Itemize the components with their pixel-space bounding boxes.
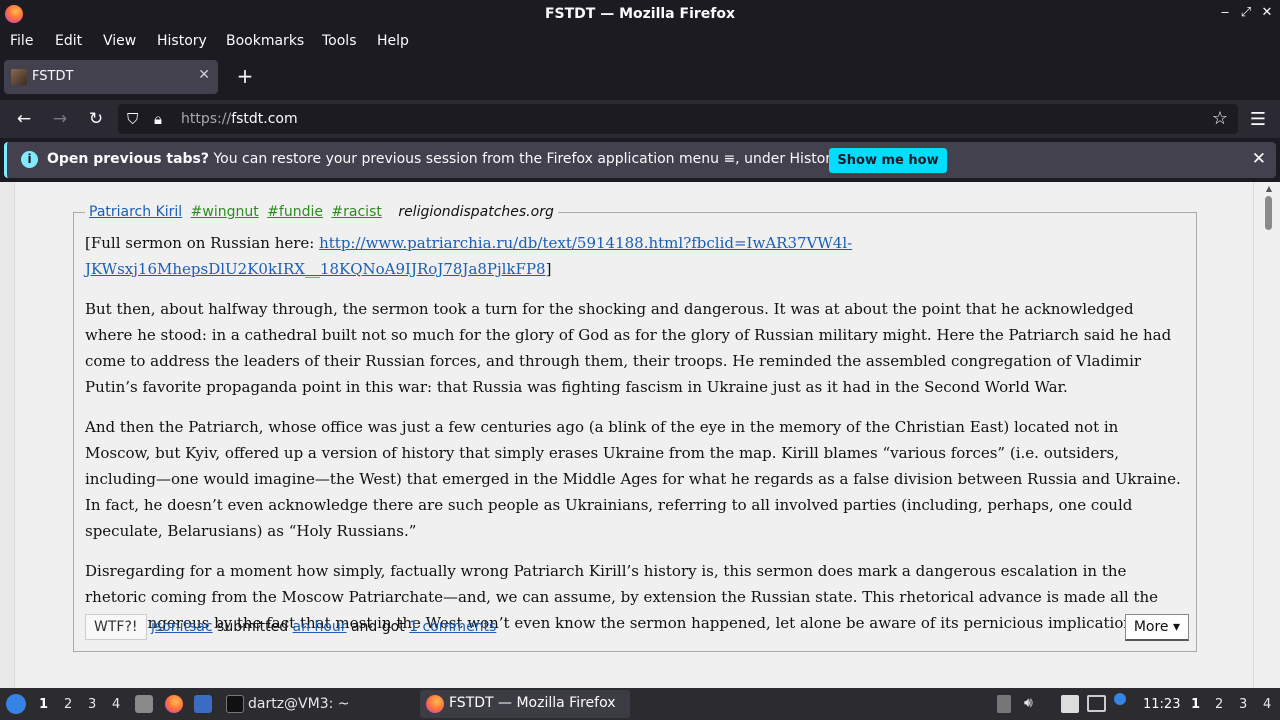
firefox-launcher-icon[interactable] [165,695,183,713]
maximize-icon[interactable]: ⤢ [1237,5,1255,20]
menu-bookmarks[interactable]: Bookmarks [226,33,304,49]
notification-icon[interactable] [1114,693,1126,705]
clipboard-icon[interactable] [1061,695,1079,713]
tab-close-icon[interactable]: ✕ [198,67,210,83]
notification-text: You can restore your previous session fr… [209,151,842,167]
back-icon[interactable]: ← [13,108,35,130]
workspace-4[interactable]: 4 [112,697,120,712]
quote-card: Patriarch Kiril #wingnut #fundie #racist… [73,204,1197,652]
menu-file[interactable]: File [10,33,33,49]
scrollbar-thumb[interactable] [1265,196,1272,230]
page-body: Patriarch Kiril #wingnut #fundie #racist… [14,182,1254,688]
workspace-3[interactable]: 3 [88,697,96,712]
menu-bar: File Edit View History Bookmarks Tools H… [0,29,1280,54]
tag-link[interactable]: #wingnut [191,204,259,220]
reload-icon[interactable]: ↻ [85,108,107,130]
quote-paragraph: [Full sermon on Russian here: http://www… [85,230,1185,282]
desktop-icon[interactable] [194,695,212,713]
workspace-right-4[interactable]: 4 [1263,697,1271,712]
tray-storage-icon[interactable] [997,695,1011,713]
paragraph-text: [Full sermon on Russian here: [85,234,320,252]
source-label: religiondispatches.org [398,204,554,220]
menu-view[interactable]: View [103,33,136,49]
workspace-2[interactable]: 2 [64,697,72,712]
terminal-task-label: dartz@VM3: ~ [248,696,350,712]
minimize-icon[interactable]: ‒ [1216,5,1234,20]
quote-paragraph: But then, about halfway through, the ser… [85,300,1172,396]
notification-message: Open previous tabs? You can restore your… [47,151,842,167]
new-tab-icon[interactable]: + [234,64,256,88]
start-menu-icon[interactable] [6,694,26,714]
window-titlebar: FSTDT — Mozilla Firefox ‒ ⤢ ✕ [0,0,1280,29]
forward-icon[interactable]: → [49,108,71,130]
lock-icon[interactable]: 🔒︎ [154,110,162,128]
shield-icon[interactable]: ⛉ [127,110,138,128]
got-text: and got [346,619,410,635]
time-link[interactable]: an hour [293,619,347,635]
close-window-icon[interactable]: ✕ [1258,5,1276,20]
comments-link[interactable]: 1 comments [409,619,496,635]
menu-tools[interactable]: Tools [322,33,357,49]
url-host: fstdt.com [231,111,298,127]
tag-link[interactable]: #fundie [267,204,323,220]
taskbar: 1 2 3 4 dartz@VM3: ~ FSTDT — Mozilla Fir… [0,688,1280,720]
paragraph-text: ] [545,260,552,278]
file-manager-icon[interactable] [135,695,153,713]
workspace-right-3[interactable]: 3 [1239,697,1247,712]
tab-strip: FSTDT ✕ + [0,54,1280,100]
terminal-icon [226,695,244,713]
firefox-task-icon [426,695,444,713]
scroll-up-icon[interactable]: ▲ [1266,184,1272,193]
url-text[interactable]: https://fstdt.com [181,111,298,127]
firefox-task-label: FSTDT — Mozilla Firefox [449,695,616,711]
submission-info: jsonitsac submitted an hour and got 1 co… [151,619,496,635]
firefox-task[interactable]: FSTDT — Mozilla Firefox [420,690,630,718]
person-link[interactable]: Patriarch Kiril [89,204,182,220]
url-bar[interactable]: ⛉ 🔒︎ https://fstdt.com ☆ [118,104,1238,134]
navigation-toolbar: ← → ↻ ⛉ 🔒︎ https://fstdt.com ☆ ☰ [0,100,1280,138]
menu-history[interactable]: History [157,33,207,49]
notification-close-icon[interactable]: ✕ [1252,149,1266,169]
submitted-text: submitted [212,619,293,635]
quote-header: Patriarch Kiril #wingnut #fundie #racist… [85,204,558,220]
workspace-right-1[interactable]: 1 [1191,697,1200,712]
user-link[interactable]: jsonitsac [151,619,213,635]
url-scheme: https:// [181,111,232,127]
quote-paragraph: And then the Patriarch, whose office was… [85,418,1181,540]
bookmark-star-icon[interactable]: ☆ [1212,108,1228,129]
quote-footer: WTF?! jsonitsac submitted an hour and go… [85,612,1189,642]
wtf-button[interactable]: WTF?! [85,614,147,640]
restore-session-notification: i Open previous tabs? You can restore yo… [4,142,1276,178]
page-content: Patriarch Kiril #wingnut #fundie #racist… [0,182,1280,688]
tab-fstdt[interactable]: FSTDT ✕ [4,60,218,94]
info-icon: i [21,151,38,168]
page-scrollbar[interactable]: ▲ [1254,182,1280,688]
notification-bold: Open previous tabs? [47,151,210,167]
site-favicon-icon [11,69,27,85]
show-me-how-button[interactable]: Show me how [829,148,947,173]
window-title: FSTDT — Mozilla Firefox [544,6,736,22]
clock: 11:23 [1143,697,1181,712]
workspace-1[interactable]: 1 [39,697,48,712]
tag-link[interactable]: #racist [331,204,381,220]
tab-title: FSTDT [32,69,74,84]
app-menu-icon[interactable]: ☰ [1250,109,1266,130]
more-button[interactable]: More ▾ [1124,614,1189,641]
workspace-right-2[interactable]: 2 [1215,697,1223,712]
menu-help[interactable]: Help [377,33,409,49]
network-icon[interactable] [1087,695,1106,712]
menu-edit[interactable]: Edit [55,33,82,49]
volume-icon[interactable]: 🔊︎ [1024,695,1033,711]
